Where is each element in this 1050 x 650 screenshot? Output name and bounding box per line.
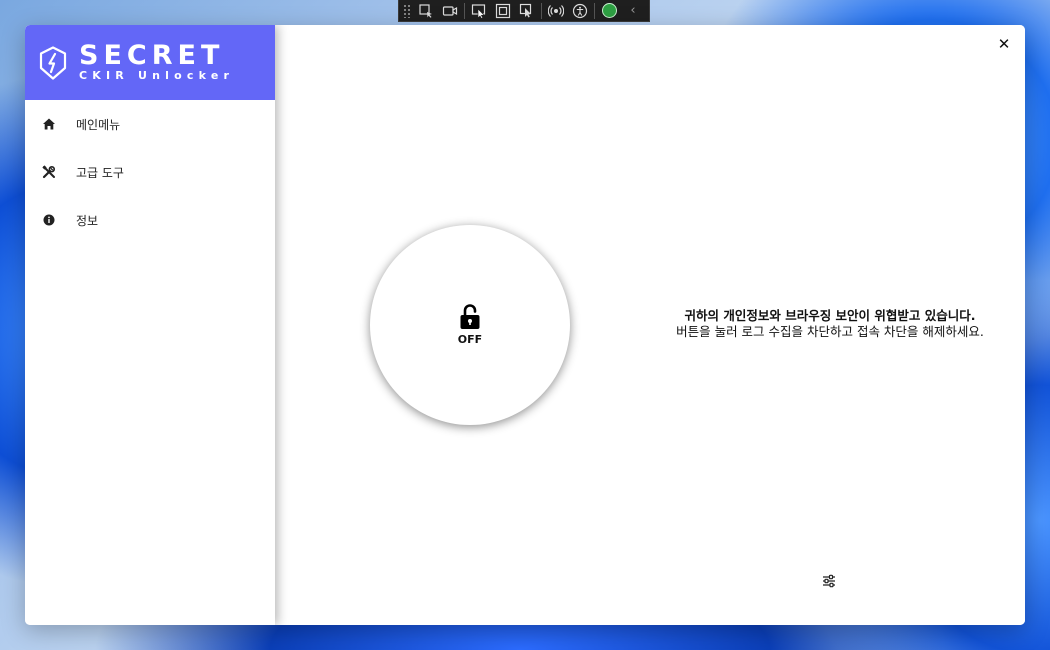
- video-icon[interactable]: [438, 0, 462, 22]
- instruction-text: 버튼을 눌러 로그 수집을 차단하고 접속 차단을 해제하세요.: [676, 324, 984, 339]
- frame-icon[interactable]: [491, 0, 515, 22]
- shield-logo-icon: [39, 45, 67, 80]
- brand-header: SECRET CKIR Unlocker: [25, 25, 275, 100]
- warning-text: 귀하의 개인정보와 브라우징 보안이 위협받고 있습니다.: [684, 308, 976, 323]
- protection-toggle-button[interactable]: OFF: [370, 225, 570, 425]
- brand-title: SECRET: [79, 40, 225, 71]
- select-element-icon[interactable]: [414, 0, 438, 22]
- unlock-icon: [460, 304, 480, 329]
- chevron-left-icon[interactable]: ‹: [621, 0, 645, 22]
- sidebar-item-label: 정보: [76, 213, 99, 228]
- sidebar-item-info[interactable]: 정보: [25, 196, 275, 244]
- sidebar: SECRET CKIR Unlocker 메인메뉴 고급 도구 정보: [25, 25, 275, 625]
- accessibility-icon[interactable]: [568, 0, 592, 22]
- check-icon[interactable]: [597, 0, 621, 22]
- sidebar-menu: 메인메뉴 고급 도구 정보: [25, 100, 275, 244]
- tools-icon: [42, 165, 56, 179]
- sidebar-item-main-menu[interactable]: 메인메뉴: [25, 100, 275, 148]
- debug-toolbar: ‹: [398, 0, 650, 22]
- status-message: 귀하의 개인정보와 브라우징 보안이 위협받고 있습니다. 버튼을 눌러 로그 …: [655, 308, 1005, 340]
- sliders-icon: [823, 574, 835, 588]
- sidebar-item-label: 메인메뉴: [76, 117, 121, 132]
- grip-icon[interactable]: [403, 3, 411, 18]
- sidebar-item-advanced-tools[interactable]: 고급 도구: [25, 148, 275, 196]
- home-icon: [42, 117, 56, 131]
- settings-sliders-button[interactable]: [821, 573, 837, 589]
- sidebar-item-label: 고급 도구: [76, 165, 124, 180]
- app-window: SECRET CKIR Unlocker 메인메뉴 고급 도구 정보 ✕ OFF…: [25, 25, 1025, 625]
- toggle-state-label: OFF: [457, 333, 483, 346]
- broadcast-icon[interactable]: [544, 0, 568, 22]
- touch-select-icon[interactable]: [515, 0, 539, 22]
- main-panel: ✕ OFF 귀하의 개인정보와 브라우징 보안이 위협받고 있습니다. 버튼을 …: [275, 25, 1025, 625]
- pointer-icon[interactable]: [467, 0, 491, 22]
- close-button[interactable]: ✕: [997, 37, 1011, 52]
- info-icon: [42, 213, 56, 227]
- brand-subtitle: CKIR Unlocker: [79, 69, 235, 82]
